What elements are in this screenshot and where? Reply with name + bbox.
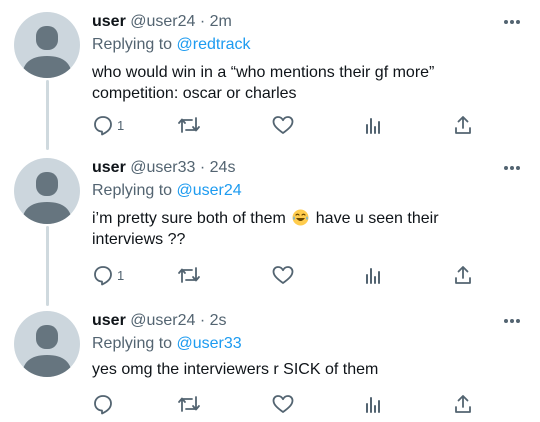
share-icon [455, 266, 471, 284]
analytics-button[interactable] [362, 263, 384, 287]
tweet-text-segment: i’m pretty sure both of them [92, 210, 286, 227]
timestamp[interactable]: 24s [210, 159, 236, 176]
tweet[interactable]: user @user33 · 24s Replying to @user24 i… [0, 158, 540, 298]
reply-icon [94, 266, 112, 286]
tweet-text: yes omg the interviewers r SICK of them [92, 359, 512, 380]
display-name[interactable]: user [92, 159, 126, 176]
tweet-header: user @user24 · 2m [92, 12, 232, 32]
retweet-button[interactable] [176, 392, 202, 416]
share-icon [455, 395, 471, 413]
like-button[interactable] [271, 263, 295, 287]
retweet-icon [178, 267, 200, 283]
more-options-icon[interactable] [500, 14, 524, 30]
crying-laughing-face-icon [292, 209, 309, 226]
reply-button[interactable]: 1 [92, 263, 124, 287]
reply-button[interactable]: 1 [92, 113, 124, 137]
like-button[interactable] [271, 392, 295, 416]
tweet-text-line: who would win in a “who mentions their g… [92, 64, 435, 81]
tweet-text-line: i’m pretty sure both of them have u seen… [92, 208, 512, 229]
share-button[interactable] [452, 263, 474, 287]
replying-to-mention[interactable]: @redtrack [177, 36, 251, 53]
avatar[interactable] [14, 12, 80, 78]
user-handle[interactable]: @user33 [130, 159, 195, 176]
display-name[interactable]: user [92, 13, 126, 30]
replying-to-mention[interactable]: @user33 [177, 335, 242, 352]
analytics-icon [366, 118, 380, 134]
replying-to-label: Replying to [92, 182, 173, 199]
tweet[interactable]: user @user24 · 2m Replying to @redtrack … [0, 12, 540, 152]
avatar[interactable] [14, 158, 80, 224]
tweet-header: user @user24 · 2s [92, 311, 227, 331]
user-handle[interactable]: @user24 [130, 13, 195, 30]
tweet-text-segment: have u seen their [315, 210, 439, 227]
analytics-button[interactable] [362, 113, 384, 137]
separator: · [199, 312, 206, 329]
retweet-button[interactable] [176, 263, 202, 287]
replying-to-line: Replying to @user33 [92, 334, 242, 354]
share-button[interactable] [452, 392, 474, 416]
reply-count: 1 [117, 117, 125, 133]
retweet-icon [178, 396, 200, 412]
default-avatar-icon [22, 172, 72, 224]
avatar[interactable] [14, 311, 80, 377]
analytics-icon [366, 268, 380, 284]
heart-icon [272, 395, 294, 413]
user-handle[interactable]: @user24 [130, 312, 195, 329]
heart-icon [272, 266, 294, 284]
share-button[interactable] [452, 113, 474, 137]
tweet-text-line: yes omg the interviewers r SICK of them [92, 361, 379, 378]
replying-to-line: Replying to @user24 [92, 181, 242, 201]
tweet-text: who would win in a “who mentions their g… [92, 62, 512, 104]
timestamp[interactable]: 2m [210, 13, 232, 30]
display-name[interactable]: user [92, 312, 126, 329]
default-avatar-icon [22, 325, 72, 377]
replying-to-mention[interactable]: @user24 [177, 182, 242, 199]
tweet-actions: 1 [92, 113, 482, 137]
replying-to-label: Replying to [92, 36, 173, 53]
separator: · [199, 13, 206, 30]
tweet-header: user @user33 · 24s [92, 158, 235, 178]
reply-icon [94, 116, 112, 136]
reply-button[interactable] [92, 392, 117, 416]
tweet-actions: 1 [92, 263, 482, 287]
tweet-text-line: interviews ?? [92, 231, 186, 248]
like-button[interactable] [271, 113, 295, 137]
retweet-button[interactable] [176, 113, 202, 137]
more-options-icon[interactable] [500, 313, 524, 329]
reply-count: 1 [117, 267, 125, 283]
retweet-icon [178, 117, 200, 133]
replying-to-label: Replying to [92, 335, 173, 352]
tweet[interactable]: user @user24 · 2s Replying to @user33 ye… [0, 311, 540, 419]
reply-icon [94, 395, 112, 415]
replying-to-line: Replying to @redtrack [92, 35, 251, 55]
default-avatar-icon [22, 26, 72, 78]
heart-icon [272, 116, 294, 134]
tweet-actions [92, 392, 482, 416]
analytics-button[interactable] [362, 392, 384, 416]
share-icon [455, 116, 471, 134]
more-options-icon[interactable] [500, 160, 524, 176]
timestamp[interactable]: 2s [210, 312, 227, 329]
separator: · [199, 159, 206, 176]
analytics-icon [366, 397, 380, 413]
tweet-text-line: competition: oscar or charles [92, 85, 297, 102]
tweet-text: i’m pretty sure both of them have u seen… [92, 208, 512, 250]
